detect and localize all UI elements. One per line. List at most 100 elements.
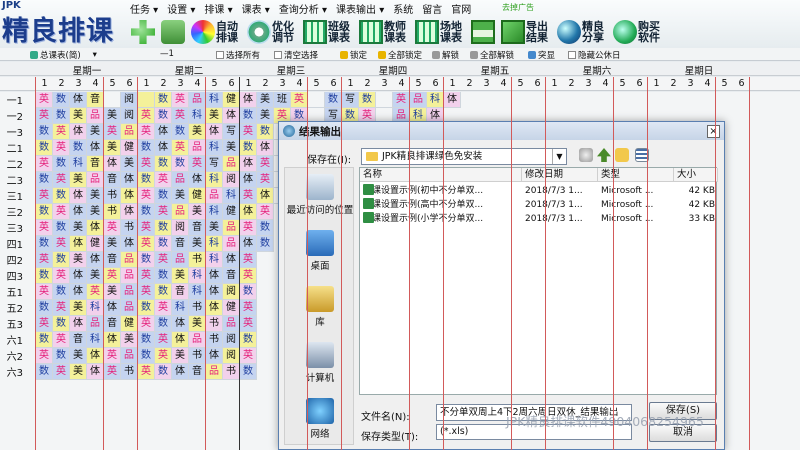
schedule-cell[interactable]: 数: [240, 108, 257, 124]
schedule-cell[interactable]: 数: [172, 156, 189, 172]
schedule-cell[interactable]: 品: [121, 348, 138, 364]
schedule-cell[interactable]: 数: [138, 172, 155, 188]
schedule-cell[interactable]: 科: [427, 92, 444, 108]
schedule-cell[interactable]: [138, 92, 155, 108]
schedule-cell[interactable]: 数: [53, 316, 70, 332]
schedule-cell[interactable]: 英: [240, 188, 257, 204]
schedule-cell[interactable]: 英: [53, 364, 70, 380]
schedule-cell[interactable]: 英: [172, 108, 189, 124]
menu-item[interactable]: 任务 ▾: [130, 1, 158, 16]
schedule-cell[interactable]: 数: [240, 364, 257, 380]
schedule-cell[interactable]: 英: [257, 204, 274, 220]
schedule-cell[interactable]: 英: [257, 172, 274, 188]
schedule-cell[interactable]: 数: [325, 92, 342, 108]
schedule-cell[interactable]: 健: [223, 300, 240, 316]
schedule-cell[interactable]: 科: [70, 156, 87, 172]
schedule-cell[interactable]: 英: [155, 252, 172, 268]
schedule-cell[interactable]: 数: [155, 156, 172, 172]
schedule-cell[interactable]: 英: [155, 332, 172, 348]
schedule-cell[interactable]: 英: [138, 220, 155, 236]
toolbar-button-9[interactable]: 精良分享: [556, 17, 609, 47]
schedule-cell[interactable]: 体: [121, 236, 138, 252]
schedule-cell[interactable]: 数: [36, 268, 53, 284]
place-library[interactable]: 库: [285, 286, 355, 328]
schedule-cell[interactable]: 科: [206, 92, 223, 108]
place-desktop[interactable]: 桌面: [285, 230, 355, 272]
schedule-cell[interactable]: 美: [189, 204, 206, 220]
schedule-cell[interactable]: 体: [70, 188, 87, 204]
schedule-cell[interactable]: 品: [121, 124, 138, 140]
schedule-cell[interactable]: 美: [104, 236, 121, 252]
schedule-cell[interactable]: 书: [189, 252, 206, 268]
schedule-cell[interactable]: 体: [172, 332, 189, 348]
schedule-cell[interactable]: 体: [206, 268, 223, 284]
schedule-cell[interactable]: 体: [104, 156, 121, 172]
schedule-cell[interactable]: 美: [70, 364, 87, 380]
schedule-cell[interactable]: 数: [240, 332, 257, 348]
schedule-cell[interactable]: 数: [155, 268, 172, 284]
schedule-cell[interactable]: 英: [53, 236, 70, 252]
conflict-button[interactable]: 突显: [528, 49, 555, 61]
schedule-cell[interactable]: 数: [36, 236, 53, 252]
schedule-cell[interactable]: 英: [53, 300, 70, 316]
schedule-cell[interactable]: 数: [138, 140, 155, 156]
schedule-cell[interactable]: 科: [189, 268, 206, 284]
schedule-cell[interactable]: 美: [257, 108, 274, 124]
schedule-cell[interactable]: 品: [172, 204, 189, 220]
schedule-cell[interactable]: 美: [70, 348, 87, 364]
schedule-cell[interactable]: 音: [104, 252, 121, 268]
file-list[interactable]: 名称 修改日期 类型 大小 排课设置示例(初中不分单双... 2018/7/3 1... M…: [359, 167, 718, 395]
schedule-cell[interactable]: 数: [36, 124, 53, 140]
column-header[interactable]: 类型: [598, 168, 674, 182]
schedule-cell[interactable]: 科: [206, 252, 223, 268]
schedule-cell[interactable]: 数: [70, 140, 87, 156]
schedule-cell[interactable]: 科: [189, 284, 206, 300]
schedule-cell[interactable]: 数: [155, 92, 172, 108]
schedule-cell[interactable]: 体: [87, 220, 104, 236]
schedule-cell[interactable]: 科: [87, 332, 104, 348]
schedule-cell[interactable]: 品: [206, 364, 223, 380]
schedule-cell[interactable]: 科: [206, 236, 223, 252]
schedule-cell[interactable]: 体: [121, 204, 138, 220]
schedule-cell[interactable]: 数: [36, 140, 53, 156]
schedule-cell[interactable]: 音: [172, 284, 189, 300]
schedule-cell[interactable]: 数: [172, 124, 189, 140]
place-network[interactable]: 网络: [285, 398, 355, 440]
schedule-cell[interactable]: 英: [240, 124, 257, 140]
schedule-cell[interactable]: 书: [206, 316, 223, 332]
schedule-cell[interactable]: 英: [240, 268, 257, 284]
schedule-cell[interactable]: 体: [240, 204, 257, 220]
schedule-cell[interactable]: 体: [87, 348, 104, 364]
schedule-cell[interactable]: 音: [172, 236, 189, 252]
schedule-cell[interactable]: 体: [104, 300, 121, 316]
schedule-cell[interactable]: 音: [189, 364, 206, 380]
schedule-cell[interactable]: 体: [257, 188, 274, 204]
schedule-cell[interactable]: 书: [104, 188, 121, 204]
schedule-cell[interactable]: 音: [223, 268, 240, 284]
schedule-cell[interactable]: 品: [87, 108, 104, 124]
schedule-cell[interactable]: 科: [206, 172, 223, 188]
schedule-cell[interactable]: 健: [87, 236, 104, 252]
schedule-cell[interactable]: 英: [53, 268, 70, 284]
schedule-cell[interactable]: 英: [138, 364, 155, 380]
schedule-cell[interactable]: 体: [70, 268, 87, 284]
select-all-checkbox[interactable]: 选择所有: [216, 49, 260, 61]
menu-item[interactable]: 设置 ▾: [167, 1, 195, 16]
schedule-cell[interactable]: 美: [257, 92, 274, 108]
schedule-cell[interactable]: 英: [240, 348, 257, 364]
schedule-cell[interactable]: 健: [121, 140, 138, 156]
schedule-cell[interactable]: 英: [240, 300, 257, 316]
menu-item[interactable]: 查询分析 ▾: [279, 1, 327, 16]
schedule-cell[interactable]: 体: [240, 92, 257, 108]
schedule-cell[interactable]: 体: [189, 172, 206, 188]
schedule-cell[interactable]: 美: [104, 284, 121, 300]
schedule-cell[interactable]: 美: [104, 108, 121, 124]
schedule-cell[interactable]: 英: [36, 92, 53, 108]
schedule-cell[interactable]: 体: [206, 284, 223, 300]
schedule-cell[interactable]: 健: [223, 92, 240, 108]
schedule-cell[interactable]: 体: [70, 124, 87, 140]
schedule-cell[interactable]: 品: [172, 172, 189, 188]
schedule-cell[interactable]: 美: [87, 204, 104, 220]
schedule-cell[interactable]: [308, 92, 325, 108]
schedule-cell[interactable]: 体: [444, 92, 461, 108]
